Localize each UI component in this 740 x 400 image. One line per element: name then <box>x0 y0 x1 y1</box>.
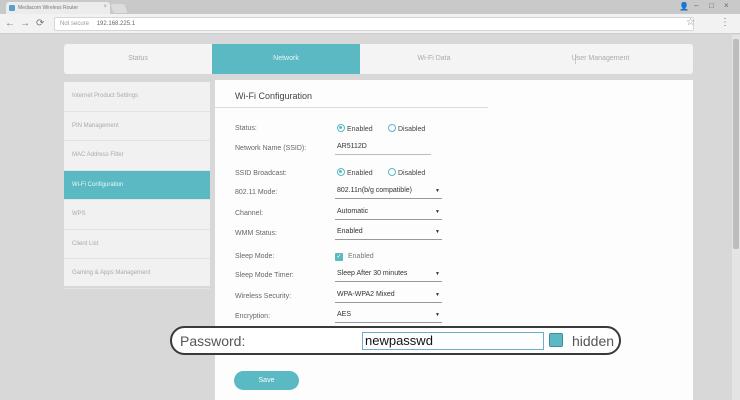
status-enabled-label: Enabled <box>347 126 373 133</box>
page-title: Wi-Fi Configuration <box>235 91 313 101</box>
sleep-mode-enabled-label: Enabled <box>348 253 374 260</box>
sidebar-item-wifi-configuration[interactable]: Wi-Fi Configuration <box>64 170 210 200</box>
sleep-mode-checkbox[interactable]: ✓ <box>335 253 343 261</box>
status-enabled-radio[interactable]: Enabled <box>337 124 373 133</box>
tab-status[interactable]: Status <box>64 44 212 74</box>
hidden-label: hidden <box>572 333 615 349</box>
tab-title: Mediacom Wireless Router <box>18 5 79 11</box>
new-tab-button[interactable] <box>110 4 128 13</box>
bookmark-star-icon[interactable]: ☆ <box>686 17 695 28</box>
tab-close-icon[interactable]: × <box>103 4 107 10</box>
sidebar-item-pin-management[interactable]: PIN Management <box>64 112 210 141</box>
security-value: WPA-WPA2 Mixed <box>337 291 395 298</box>
encryption-select[interactable]: AES ▼ <box>335 311 442 323</box>
status-disabled-radio[interactable]: Disabled <box>388 124 425 133</box>
address-bar: ← → ⟳ Not secure 192.168.225.1 ☆ ⋮ <box>0 14 740 34</box>
browser-menu-icon[interactable]: ⋮ <box>720 17 730 28</box>
wmm-label: WMM Status: <box>235 230 278 237</box>
sidebar-item-client-list[interactable]: Client List <box>64 230 210 259</box>
reload-icon[interactable]: ⟳ <box>36 18 44 29</box>
url-text: 192.168.225.1 <box>96 21 136 27</box>
close-window-icon[interactable]: × <box>724 1 729 10</box>
mode-value: 802.11n(b/g compatible) <box>337 187 412 194</box>
radio-selected-icon <box>337 124 345 132</box>
radio-selected-icon <box>337 168 345 176</box>
sleep-timer-label: Sleep Mode Timer: <box>235 272 294 279</box>
tab-wifi-data[interactable]: Wi-Fi Data <box>360 44 508 74</box>
chevron-down-icon: ▼ <box>435 312 440 318</box>
tab-network[interactable]: Network <box>212 44 360 74</box>
url-input[interactable]: Not secure 192.168.225.1 <box>54 17 694 31</box>
security-label: Wireless Security: <box>235 293 292 300</box>
chevron-down-icon: ▼ <box>435 188 440 194</box>
title-divider <box>215 107 488 108</box>
maximize-icon[interactable]: □ <box>709 1 714 10</box>
browser-tab[interactable]: Mediacom Wireless Router × <box>6 2 110 14</box>
ssid-broadcast-label: SSID Broadcast: <box>235 170 287 177</box>
top-navigation: Status Network Wi-Fi Data User Managemen… <box>64 44 693 74</box>
mode-label: 802.11 Mode: <box>235 189 278 196</box>
password-input[interactable]: newpasswd <box>362 332 544 350</box>
status-label: Status: <box>235 125 257 132</box>
password-label: Password: <box>180 333 246 349</box>
status-disabled-label: Disabled <box>398 126 426 133</box>
wmm-select[interactable]: Enabled ▼ <box>335 228 442 240</box>
browser-tab-bar: Mediacom Wireless Router × 👤 – □ × <box>0 0 740 14</box>
radio-unselected-icon <box>388 168 396 176</box>
scrollbar-thumb[interactable] <box>733 39 739 249</box>
user-profile-icon[interactable]: 👤 <box>679 2 689 11</box>
channel-select[interactable]: Automatic ▼ <box>335 208 442 220</box>
encryption-label: Encryption: <box>235 313 271 320</box>
chevron-down-icon: ▼ <box>435 209 440 215</box>
chevron-down-icon: ▼ <box>435 229 440 235</box>
ssid-input[interactable]: AR5112D <box>335 143 431 155</box>
back-icon[interactable]: ← <box>5 18 15 29</box>
show-hidden-checkbox[interactable] <box>549 333 563 347</box>
sidebar-item-wps[interactable]: WPS <box>64 200 210 230</box>
sleep-mode-label: Sleep Mode: <box>235 253 275 260</box>
ssid-label: Network Name (SSID): <box>235 145 307 152</box>
sidebar: Internet Product Settings PIN Management… <box>64 82 210 289</box>
broadcast-enabled-label: Enabled <box>347 170 373 177</box>
encryption-value: AES <box>337 311 352 318</box>
broadcast-disabled-label: Disabled <box>398 170 426 177</box>
tab-user-management[interactable]: User Management <box>508 44 693 74</box>
not-secure-label: Not secure <box>60 21 90 27</box>
save-button[interactable]: Save <box>234 371 299 390</box>
sleep-timer-value: Sleep After 30 minutes <box>337 270 408 277</box>
mode-select[interactable]: 802.11n(b/g compatible) ▼ <box>335 187 442 199</box>
chevron-down-icon: ▼ <box>435 292 440 298</box>
channel-value: Automatic <box>337 208 369 215</box>
page-scrollbar[interactable] <box>732 35 740 400</box>
sidebar-item-internet-product-settings[interactable]: Internet Product Settings <box>64 82 210 112</box>
sidebar-item-gaming-apps[interactable]: Gaming & Apps Management <box>64 259 210 289</box>
sidebar-item-mac-address-filter[interactable]: MAC Address Filter <box>64 141 210 171</box>
broadcast-enabled-radio[interactable]: Enabled <box>337 168 373 177</box>
sleep-timer-select[interactable]: Sleep After 30 minutes ▼ <box>335 270 442 282</box>
favicon-icon <box>9 5 15 11</box>
chevron-down-icon: ▼ <box>435 271 440 277</box>
channel-label: Channel: <box>235 210 264 217</box>
password-row: Password: newpasswd hidden <box>170 326 621 355</box>
broadcast-disabled-radio[interactable]: Disabled <box>388 168 425 177</box>
security-select[interactable]: WPA-WPA2 Mixed ▼ <box>335 291 442 303</box>
wmm-value: Enabled <box>337 228 363 235</box>
minimize-icon[interactable]: – <box>694 1 698 10</box>
radio-unselected-icon <box>388 124 396 132</box>
forward-icon[interactable]: → <box>20 18 30 29</box>
